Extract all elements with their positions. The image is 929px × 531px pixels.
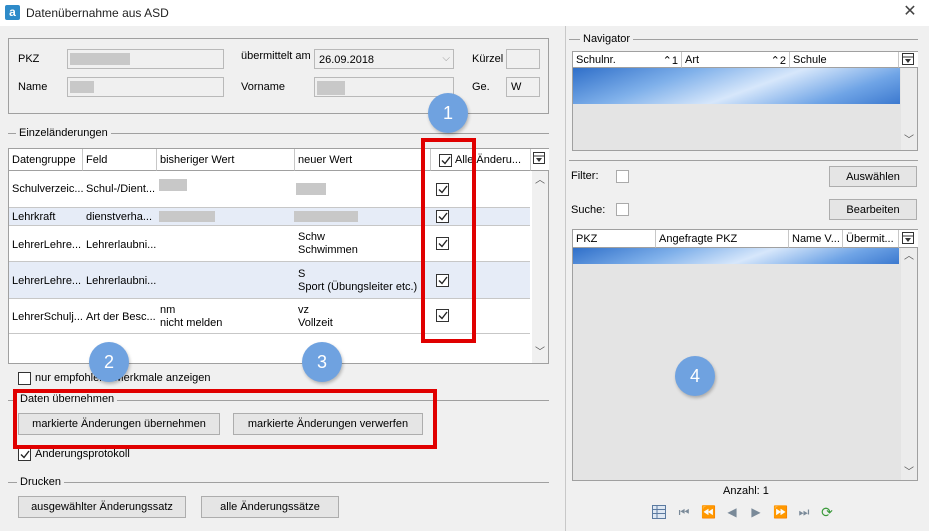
ge-label: Ge. bbox=[472, 81, 490, 93]
cell-datengruppe: Lehrkraft bbox=[12, 211, 56, 223]
filter-separator bbox=[569, 160, 918, 161]
print-all-button[interactable]: alle Änderungssätze bbox=[201, 496, 339, 518]
name-field[interactable] bbox=[67, 77, 224, 97]
list-col-uebermittelt[interactable]: Übermit... bbox=[843, 230, 899, 248]
col-header-datengruppe[interactable]: Datengruppe bbox=[9, 149, 83, 171]
cell-feld: Schul-/Dient... bbox=[86, 183, 156, 195]
chevron-down-icon[interactable]: ⌵ bbox=[442, 53, 450, 64]
name-label: Name bbox=[18, 81, 48, 93]
pkz-list-grid: PKZ Angefragte PKZ Name V... Übermit... … bbox=[572, 229, 918, 481]
list-selected-row[interactable] bbox=[573, 248, 899, 264]
protocol-checkbox[interactable] bbox=[18, 448, 31, 461]
einzel-section-label: Einzeländerungen bbox=[16, 127, 111, 139]
cell-feld: Art der Besc... bbox=[86, 311, 156, 323]
annotation-badge-3: 3 bbox=[302, 342, 342, 382]
cell-datengruppe: LehrerLehre... bbox=[12, 239, 82, 251]
close-icon[interactable]: ✕ bbox=[898, 2, 922, 24]
annotation-box-checkboxes bbox=[421, 138, 476, 343]
anzahl-label: Anzahl: 1 bbox=[723, 485, 769, 497]
cell-feld: dienstverha... bbox=[86, 211, 153, 223]
first-icon[interactable]: ⏮ bbox=[677, 505, 691, 519]
cell-datengruppe: Schulverzeic... bbox=[12, 183, 83, 195]
suche-checkbox[interactable] bbox=[616, 203, 629, 216]
list-col-pkz[interactable]: PKZ bbox=[573, 230, 656, 248]
ge-field[interactable]: W bbox=[506, 77, 540, 97]
sort-order-1: 1 bbox=[671, 55, 678, 67]
cell-neuer-wert-text: Sport (Übungsleiter etc.) bbox=[298, 281, 418, 293]
pkz-field[interactable] bbox=[67, 49, 224, 69]
only-recommended-checkbox[interactable] bbox=[18, 372, 31, 385]
vorname-field[interactable] bbox=[314, 77, 454, 97]
suche-label: Suche: bbox=[571, 204, 606, 216]
scroll-down-icon[interactable]: ﹀ bbox=[901, 134, 917, 148]
filter-checkbox[interactable] bbox=[616, 170, 629, 183]
next-page-icon[interactable]: ⏩ bbox=[773, 505, 788, 519]
window-title: Datenübernahme aus ASD bbox=[26, 6, 169, 20]
uebermittelt-label: übermittelt am bbox=[241, 50, 311, 62]
list-col-name[interactable]: Name V... bbox=[789, 230, 843, 248]
nav-scrollbar[interactable]: ﹀ bbox=[901, 68, 917, 150]
nav-col-schulnr[interactable]: Schulnr. ⌃1 bbox=[573, 52, 682, 68]
uebermittelt-field[interactable]: 26.09.2018 ⌵ bbox=[314, 49, 454, 69]
column-chooser-icon[interactable] bbox=[899, 230, 918, 248]
navigator-grid: Schulnr. ⌃1 Art ⌃2 Schule ﹀ bbox=[572, 51, 918, 151]
uebermittelt-value: 26.09.2018 bbox=[319, 54, 375, 66]
table-icon[interactable] bbox=[652, 505, 666, 519]
cell-datengruppe: LehrerLehre... bbox=[12, 275, 82, 287]
navigator-section-label: Navigator bbox=[580, 33, 634, 45]
sort-asc-icon: ⌃1 bbox=[662, 55, 678, 67]
scroll-up-icon[interactable]: ︿ bbox=[901, 250, 917, 264]
annotation-box-buttons bbox=[13, 389, 437, 449]
kuerzel-label: Kürzel bbox=[472, 53, 504, 65]
scroll-down-icon[interactable]: ﹀ bbox=[901, 466, 917, 480]
bearbeiten-button[interactable]: Bearbeiten bbox=[829, 199, 917, 220]
nav-selected-row[interactable] bbox=[573, 68, 900, 104]
annotation-badge-4: 4 bbox=[675, 356, 715, 396]
sort-asc-icon: ⌃2 bbox=[770, 55, 786, 67]
pkz-label: PKZ bbox=[18, 53, 40, 65]
kuerzel-field[interactable] bbox=[506, 49, 540, 69]
nav-col-schule[interactable]: Schule bbox=[790, 52, 899, 68]
sort-order-2: 2 bbox=[779, 55, 786, 67]
drucken-separator bbox=[8, 482, 549, 483]
annotation-badge-1: 1 bbox=[428, 93, 468, 133]
col-header-bisheriger-wert[interactable]: bisheriger Wert bbox=[157, 149, 295, 171]
auswaehlen-button[interactable]: Auswählen bbox=[829, 166, 917, 187]
last-icon[interactable]: ⏭ bbox=[797, 505, 811, 519]
cell-datengruppe: LehrerSchulj... bbox=[12, 311, 83, 323]
prev-icon[interactable]: ◀ bbox=[725, 505, 739, 519]
grid-scrollbar[interactable]: ︿ ﹀ bbox=[532, 171, 548, 363]
cell-feld: Lehrerlaubni... bbox=[86, 239, 157, 251]
col-header-neuer-wert[interactable]: neuer Wert bbox=[295, 149, 431, 171]
app-icon: a bbox=[5, 5, 20, 20]
protocol-label: Änderungsprotokoll bbox=[35, 448, 130, 460]
drucken-section-label: Drucken bbox=[17, 476, 64, 488]
nav-col-schulnr-label: Schulnr. bbox=[576, 54, 616, 66]
column-chooser-icon[interactable] bbox=[899, 52, 918, 68]
filter-label: Filter: bbox=[571, 170, 599, 182]
cell-bisheriger-wert-text: nicht melden bbox=[160, 317, 223, 329]
prev-page-icon[interactable]: ⏪ bbox=[701, 505, 716, 519]
print-selected-button[interactable]: ausgewählter Änderungssatz bbox=[18, 496, 186, 518]
col-header-feld[interactable]: Feld bbox=[83, 149, 157, 171]
vorname-label: Vorname bbox=[241, 81, 286, 93]
next-icon[interactable]: ▶ bbox=[749, 505, 763, 519]
scroll-down-icon[interactable]: ﹀ bbox=[532, 346, 548, 360]
refresh-icon[interactable]: ⟳ bbox=[820, 505, 834, 519]
nav-col-art[interactable]: Art ⌃2 bbox=[682, 52, 790, 68]
list-scrollbar[interactable]: ︿ ﹀ bbox=[901, 248, 917, 480]
column-chooser-icon[interactable] bbox=[531, 149, 549, 171]
annotation-badge-2: 2 bbox=[89, 342, 129, 382]
nav-col-art-label: Art bbox=[685, 54, 700, 66]
scroll-up-icon[interactable]: ︿ bbox=[532, 174, 548, 188]
cell-neuer-wert-text: Vollzeit bbox=[298, 317, 333, 329]
list-col-angefragte-pkz[interactable]: Angefragte PKZ bbox=[656, 230, 789, 248]
cell-feld: Lehrerlaubni... bbox=[86, 275, 157, 287]
cell-neuer-wert-text: Schwimmen bbox=[298, 244, 358, 256]
panel-divider bbox=[565, 26, 566, 531]
